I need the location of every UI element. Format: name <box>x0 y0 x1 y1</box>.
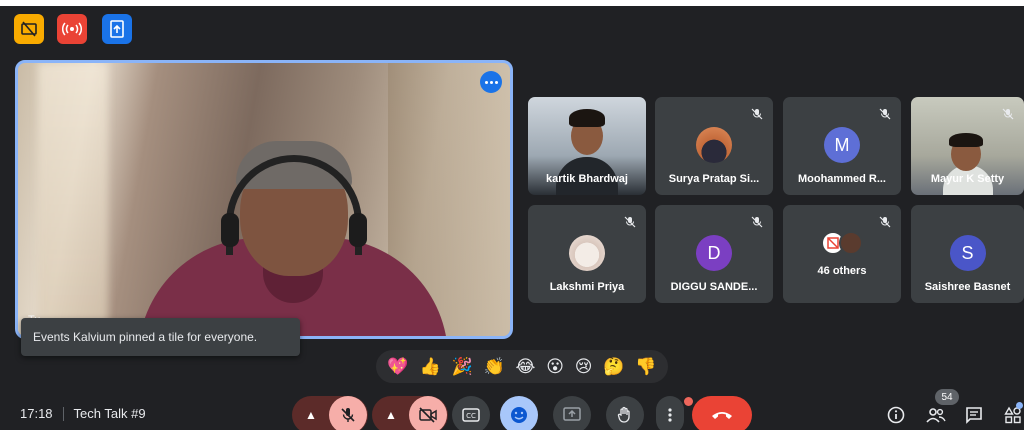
more-options-button[interactable] <box>656 396 684 430</box>
raise-hand-button[interactable] <box>606 396 644 430</box>
participant-tile[interactable]: Surya Pratap Si... <box>655 97 773 195</box>
reaction-laugh[interactable]: 😂 <box>515 358 535 375</box>
toast-message: Events Kalvium pinned a tile for everyon… <box>33 330 258 344</box>
participant-tile[interactable]: Mayur K Setty <box>911 97 1024 195</box>
reaction-heart[interactable]: 💖 <box>387 358 408 375</box>
participant-avatar: S <box>949 235 986 271</box>
participant-tile[interactable]: Lakshmi Priya <box>528 205 646 303</box>
participant-avatar <box>569 235 605 271</box>
meeting-time: 17:18 <box>20 406 53 421</box>
emoji-button[interactable] <box>500 396 538 430</box>
divider <box>62 406 64 421</box>
mic-muted-icon <box>877 106 893 122</box>
top-strip <box>0 0 1024 6</box>
reaction-surprised[interactable]: 😮 <box>546 358 564 375</box>
participant-tile[interactable]: D DIGGU SANDE... <box>655 205 773 303</box>
emoji-icon <box>511 407 527 423</box>
camera-control-group: ▲ <box>372 396 448 430</box>
mic-muted-icon <box>1000 106 1016 122</box>
svg-text:CC: CC <box>466 412 476 420</box>
toast-notification: Events Kalvium pinned a tile for everyon… <box>21 318 300 356</box>
participant-name: Lakshmi Priya <box>549 281 625 293</box>
mic-muted-icon <box>749 214 765 230</box>
participant-name: Surya Pratap Si... <box>668 173 760 185</box>
mic-off-icon <box>341 408 355 422</box>
meeting-details-button[interactable] <box>883 402 909 428</box>
upload-button[interactable] <box>102 14 132 44</box>
reaction-party[interactable]: 🎉 <box>451 358 472 375</box>
reaction-thinking[interactable]: 🤔 <box>603 358 624 375</box>
reaction-thumbs-down[interactable]: 👎 <box>635 358 656 375</box>
people-button[interactable] <box>923 402 949 428</box>
meeting-title: Tech Talk #9 <box>73 406 146 421</box>
captions-icon: CC <box>462 408 480 422</box>
captions-button[interactable]: CC <box>452 396 490 430</box>
broadcast-icon <box>62 22 82 36</box>
participant-tile[interactable]: S Saishree Basnet <box>911 205 1024 303</box>
participant-tile[interactable]: kartik Bhardwaj <box>528 97 646 195</box>
more-vert-icon <box>668 408 672 422</box>
participant-tile[interactable]: M Moohammed R... <box>783 97 901 195</box>
raise-hand-icon <box>617 406 630 423</box>
participant-avatar <box>696 127 732 163</box>
mic-muted-icon <box>622 214 638 230</box>
camera-toggle-button[interactable] <box>409 396 447 430</box>
participant-avatar: M <box>824 127 860 163</box>
participant-name: DIGGU SANDE... <box>670 281 758 293</box>
pinned-video-tile[interactable]: Tu <box>15 60 513 339</box>
captions-off-button[interactable] <box>14 14 44 44</box>
camera-off-icon <box>419 407 437 423</box>
call-end-icon <box>712 412 732 419</box>
people-icon <box>926 408 946 423</box>
participant-name: Mayur K Setty <box>930 173 1005 185</box>
reaction-thumbs-up[interactable]: 👍 <box>419 358 440 375</box>
chat-icon <box>966 407 982 424</box>
mic-options-chevron-up-icon[interactable]: ▲ <box>293 396 329 430</box>
participant-name: kartik Bhardwaj <box>546 173 628 185</box>
reaction-clap[interactable]: 👏 <box>483 358 504 375</box>
mic-muted-icon <box>877 214 893 230</box>
reactions-bar: 💖 👍 🎉 👏 😂 😮 😢 🤔 👎 <box>376 350 668 383</box>
meeting-info: 17:18 Tech Talk #9 <box>20 406 146 421</box>
info-icon <box>887 406 905 424</box>
participant-name: Saishree Basnet <box>924 281 1011 293</box>
others-tile[interactable]: 46 others <box>783 205 901 303</box>
speaking-indicator-icon[interactable] <box>480 71 502 93</box>
present-icon <box>563 407 581 421</box>
mic-toggle-button[interactable] <box>329 396 367 430</box>
others-avatars <box>821 231 863 255</box>
captions-off-icon <box>21 21 37 37</box>
leave-call-button[interactable] <box>692 396 752 430</box>
mic-control-group: ▲ <box>292 396 368 430</box>
notification-dot <box>684 397 693 406</box>
camera-options-chevron-up-icon[interactable]: ▲ <box>373 396 409 430</box>
reaction-sad[interactable]: 😢 <box>575 358 593 375</box>
others-count: 46 others <box>817 265 867 277</box>
present-button[interactable] <box>553 396 591 430</box>
mic-muted-icon <box>749 106 765 122</box>
live-broadcast-button[interactable] <box>57 14 87 44</box>
chat-button[interactable] <box>961 402 987 428</box>
participant-name: Moohammed R... <box>797 173 886 185</box>
upload-icon <box>110 20 124 38</box>
activities-indicator-dot <box>1016 402 1023 409</box>
participant-avatar: D <box>696 235 732 271</box>
